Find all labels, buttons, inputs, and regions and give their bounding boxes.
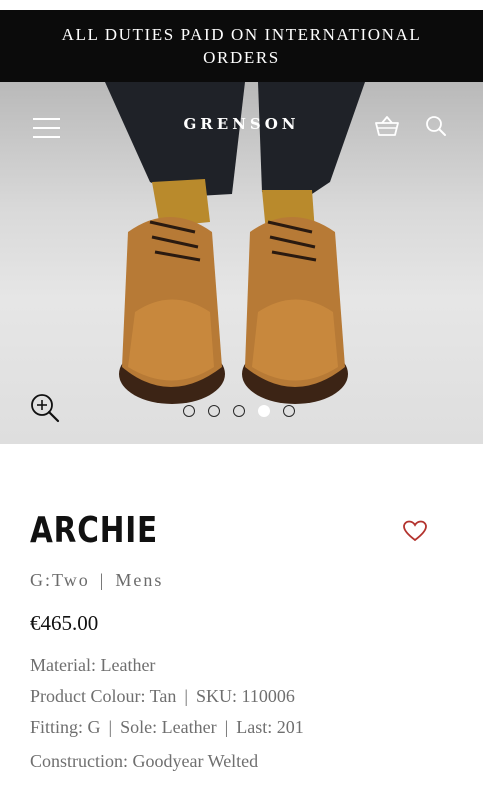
wishlist-heart-icon[interactable] [403, 520, 427, 542]
status-strip [0, 0, 483, 10]
product-subtitle: G:Two | Mens [30, 570, 163, 591]
basket-icon[interactable] [374, 115, 400, 137]
carousel-dot[interactable] [208, 405, 220, 417]
product-image-gallery[interactable]: GRENSON [0, 82, 483, 444]
carousel-dot[interactable] [233, 405, 245, 417]
brand-logo[interactable]: GRENSON [0, 115, 483, 133]
last-value: Last: 201 [236, 717, 304, 737]
sku-value: SKU: 110006 [196, 686, 295, 706]
colour-value: Product Colour: Tan [30, 686, 177, 706]
zoom-in-icon[interactable] [30, 393, 60, 423]
spec-fitting-sole-last: Fitting: G | Sole: Leather | Last: 201 [30, 717, 304, 738]
fitting-value: Fitting: G [30, 717, 101, 737]
carousel-dots [183, 405, 295, 417]
spec-material: Material: Leather [30, 655, 155, 676]
product-title: ARCHIE [30, 510, 159, 551]
spec-separator: | [224, 717, 229, 737]
sole-value: Sole: Leather [120, 717, 217, 737]
spec-separator: | [184, 686, 189, 706]
spec-colour-sku: Product Colour: Tan | SKU: 110006 [30, 686, 295, 707]
promo-banner-text: ALL DUTIES PAID ON INTERNATIONAL ORDERS [61, 25, 422, 67]
fit-label: G:Two [30, 570, 90, 590]
carousel-dot[interactable] [183, 405, 195, 417]
spec-separator: | [108, 717, 113, 737]
carousel-dot[interactable] [283, 405, 295, 417]
subtitle-separator: | [99, 570, 106, 590]
category-label: Mens [115, 570, 164, 590]
material-value: Material: Leather [30, 655, 156, 675]
promo-banner: ALL DUTIES PAID ON INTERNATIONAL ORDERS [0, 10, 483, 82]
product-price: €465.00 [30, 611, 99, 635]
search-icon[interactable] [425, 115, 447, 137]
carousel-dot-active[interactable] [258, 405, 270, 417]
construction-value: Construction: Goodyear Welted [30, 751, 259, 771]
spec-construction: Construction: Goodyear Welted [30, 751, 258, 772]
product-photo [105, 82, 365, 404]
